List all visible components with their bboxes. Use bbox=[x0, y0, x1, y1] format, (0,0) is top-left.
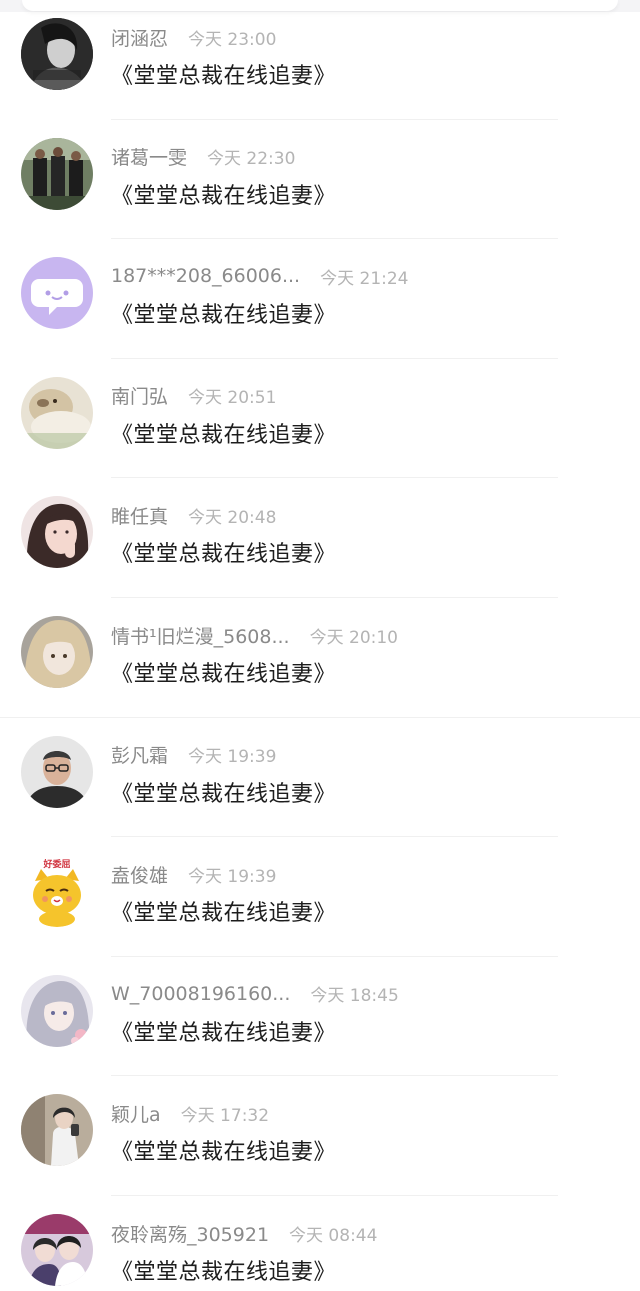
comment-text: 《堂堂总裁在线追妻》 bbox=[111, 64, 337, 89]
comment-item[interactable]: W_70008196160... 今天 18:45 《堂堂总裁在线追妻》 bbox=[0, 957, 640, 1077]
user-avatar[interactable] bbox=[21, 1094, 93, 1167]
comment-time: 今天 23:00 bbox=[188, 29, 277, 50]
comment-item[interactable]: 夜聆离殇_305921 今天 08:44 《堂堂总裁在线追妻》 bbox=[0, 1196, 640, 1291]
user-avatar[interactable] bbox=[21, 974, 93, 1047]
comment-time: 今天 19:39 bbox=[188, 747, 277, 768]
user-avatar[interactable] bbox=[21, 257, 93, 330]
comment-username[interactable]: 彭凡霜 bbox=[111, 741, 168, 768]
comment-time: 今天 08:44 bbox=[289, 1225, 378, 1246]
comment-item[interactable]: 颖儿a 今天 17:32 《堂堂总裁在线追妻》 bbox=[0, 1076, 640, 1196]
mirror-selfie-avatar-image bbox=[21, 1094, 93, 1167]
comment-time: 今天 17:32 bbox=[180, 1105, 270, 1126]
cartoon-cat-avatar-image: 好委屈 bbox=[21, 855, 93, 928]
user-avatar[interactable] bbox=[21, 735, 93, 808]
comment-username[interactable]: W_70008196160... bbox=[111, 983, 290, 1005]
cat-caption: 好委屈 bbox=[42, 858, 70, 870]
comment-item[interactable]: 好委屈 盍俊雄 今天 19:39 《堂堂总裁在线追妻》 bbox=[0, 837, 640, 957]
couple-photo-avatar-image bbox=[21, 1214, 93, 1286]
comment-item[interactable]: 彭凡霜 今天 19:39 《堂堂总裁在线追妻》 bbox=[0, 718, 640, 838]
comment-text: 《堂堂总裁在线追妻》 bbox=[111, 303, 337, 329]
blurry-dog-avatar-image bbox=[21, 376, 93, 449]
comment-text: 《堂堂总裁在线追妻》 bbox=[111, 662, 337, 687]
user-avatar[interactable] bbox=[21, 137, 93, 210]
comment-text: 《堂堂总裁在线追妻》 bbox=[111, 422, 337, 448]
comment-item[interactable]: 闭涵忍 今天 23:00 《堂堂总裁在线追妻》 bbox=[0, 0, 640, 120]
comment-username[interactable]: 夜聆离殇_305921 bbox=[111, 1220, 269, 1247]
default-chat-bubble-avatar-image bbox=[21, 257, 93, 330]
comment-username[interactable]: 187***208_66006... bbox=[111, 265, 300, 287]
comment-item[interactable]: 情书¹旧烂漫_5608... 今天 20:10 《堂堂总裁在线追妻》 bbox=[0, 598, 640, 718]
dark-portrait-avatar-image bbox=[21, 18, 93, 90]
comment-time: 今天 22:30 bbox=[207, 149, 296, 170]
girl-portrait-avatar-image bbox=[21, 496, 93, 569]
comment-username[interactable]: 南门弘 bbox=[111, 382, 168, 409]
comment-text: 《堂堂总裁在线追妻》 bbox=[111, 183, 337, 209]
user-avatar[interactable]: 好委屈 bbox=[21, 855, 93, 928]
comment-item[interactable]: 诸葛一雯 今天 22:30 《堂堂总裁在线追妻》 bbox=[0, 120, 640, 240]
comment-text: 《堂堂总裁在线追妻》 bbox=[111, 901, 337, 927]
comment-time: 今天 18:45 bbox=[310, 986, 399, 1007]
comment-time: 今天 20:48 bbox=[188, 507, 277, 528]
comment-text: 《堂堂总裁在线追妻》 bbox=[111, 1020, 337, 1046]
user-avatar[interactable] bbox=[21, 616, 93, 688]
man-glasses-avatar-image bbox=[21, 735, 93, 808]
comment-time: 今天 21:24 bbox=[320, 268, 409, 289]
user-avatar[interactable] bbox=[21, 1214, 93, 1286]
comment-username[interactable]: 闭涵忍 bbox=[111, 24, 168, 51]
comment-text: 《堂堂总裁在线追妻》 bbox=[111, 542, 337, 568]
team-photo-avatar-image bbox=[21, 137, 93, 210]
anime-girl-avatar-image bbox=[21, 616, 93, 688]
comment-text: 《堂堂总裁在线追妻》 bbox=[111, 1140, 337, 1166]
comment-time: 今天 20:10 bbox=[309, 627, 398, 648]
comment-text: 《堂堂总裁在线追妻》 bbox=[111, 781, 337, 807]
comment-username[interactable]: 诸葛一雯 bbox=[111, 143, 187, 170]
comment-text: 《堂堂总裁在线追妻》 bbox=[111, 1260, 337, 1285]
comment-username[interactable]: 情书¹旧烂漫_5608... bbox=[111, 622, 290, 649]
comment-username[interactable]: 颖儿a bbox=[111, 1100, 161, 1127]
comment-time: 今天 19:39 bbox=[188, 866, 277, 887]
comment-time: 今天 20:51 bbox=[188, 388, 277, 409]
user-avatar[interactable] bbox=[21, 18, 93, 90]
comment-item[interactable]: 睢任真 今天 20:48 《堂堂总裁在线追妻》 bbox=[0, 478, 640, 598]
comment-item[interactable]: 南门弘 今天 20:51 《堂堂总裁在线追妻》 bbox=[0, 359, 640, 479]
comment-username[interactable]: 盍俊雄 bbox=[111, 861, 168, 888]
user-avatar[interactable] bbox=[21, 376, 93, 449]
user-avatar[interactable] bbox=[21, 496, 93, 569]
comment-username[interactable]: 睢任真 bbox=[111, 502, 168, 529]
comment-item[interactable]: 187***208_66006... 今天 21:24 《堂堂总裁在线追妻》 bbox=[0, 239, 640, 359]
illustrated-girl-avatar-image bbox=[21, 974, 93, 1047]
